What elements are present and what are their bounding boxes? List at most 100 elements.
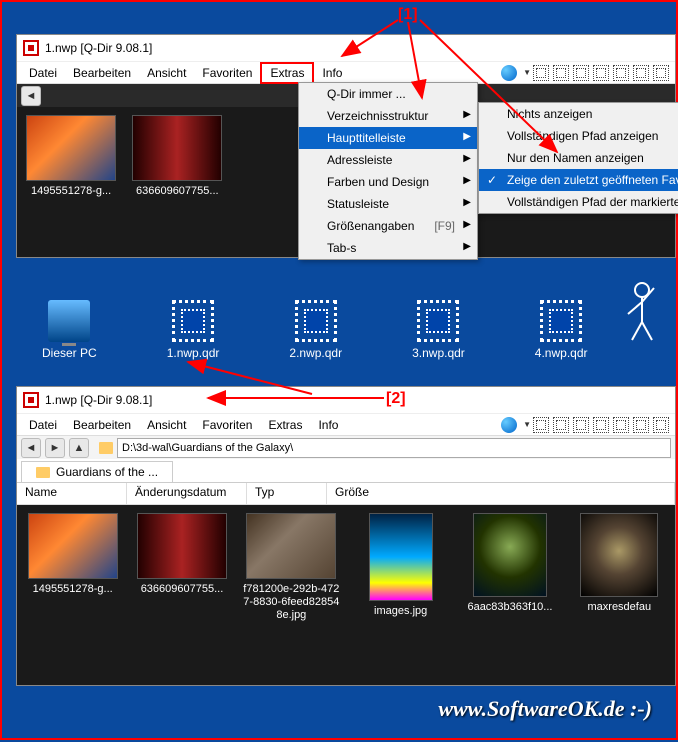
layout-icon[interactable]	[593, 65, 609, 81]
file-item[interactable]: images.jpg	[351, 513, 450, 677]
sub-nichts[interactable]: Nichts anzeigen	[479, 103, 678, 125]
address-bar[interactable]: D:\3d-wal\Guardians of the Galaxy\	[117, 438, 671, 458]
menu-favoriten[interactable]: Favoriten	[194, 64, 260, 82]
qdr-icon	[295, 300, 337, 342]
dd-label: Farben und Design	[327, 175, 429, 189]
dieser-pc-icon[interactable]: Dieser PC	[42, 300, 97, 360]
window-title: 1.nwp [Q-Dir 9.08.1]	[45, 393, 152, 407]
file-name: 636609607755...	[129, 185, 225, 198]
layout-icon[interactable]	[653, 417, 669, 433]
app-icon	[23, 40, 39, 56]
file-name: 1495551278-g...	[23, 583, 122, 596]
dd-groessen[interactable]: Größenangaben[F9]▶	[299, 215, 477, 237]
nav-up[interactable]: ▲	[69, 438, 89, 458]
desktop-icons: Dieser PC 1.nwp.qdr 2.nwp.qdr 3.nwp.qdr …	[42, 300, 666, 360]
titelleiste-submenu: Nichts anzeigen Vollständigen Pfad anzei…	[478, 102, 678, 214]
tab-guardians[interactable]: Guardians of the ...	[21, 461, 173, 482]
menu-extras[interactable]: Extras	[260, 416, 310, 434]
file-item[interactable]: maxresdefau	[570, 513, 669, 677]
nav-back[interactable]: ◄	[21, 86, 41, 106]
layout-icon[interactable]	[533, 65, 549, 81]
qdr-icon	[172, 300, 214, 342]
dd-haupttitelleiste[interactable]: Haupttitelleiste▶	[299, 127, 477, 149]
dd-tabs[interactable]: Tab-s▶	[299, 237, 477, 259]
menu-favoriten[interactable]: Favoriten	[194, 416, 260, 434]
file-name: images.jpg	[351, 605, 450, 618]
dd-label: Größenangaben	[327, 219, 414, 233]
app-icon	[23, 392, 39, 408]
column-headers: Name Änderungsdatum Typ Größe	[17, 483, 675, 505]
extras-dropdown: Q-Dir immer ... Verzeichnisstruktur▶ Hau…	[298, 82, 478, 260]
layout-icon[interactable]	[553, 65, 569, 81]
layout-icon[interactable]	[633, 417, 649, 433]
dd-qdir-immer[interactable]: Q-Dir immer ...	[299, 83, 477, 105]
sub-pfad-markiert[interactable]: Vollständigen Pfad der markierten Datei	[479, 191, 678, 213]
col-date[interactable]: Änderungsdatum	[127, 483, 247, 504]
titlebar-2[interactable]: 1.nwp [Q-Dir 9.08.1]	[17, 387, 675, 413]
menu-bearbeiten[interactable]: Bearbeiten	[65, 64, 139, 82]
window-title: 1.nwp [Q-Dir 9.08.1]	[45, 41, 152, 55]
sub-nurname[interactable]: Nur den Namen anzeigen	[479, 147, 678, 169]
file-name: 6aac83b363f10...	[460, 601, 559, 614]
titlebar-1[interactable]: 1.nwp [Q-Dir 9.08.1]	[17, 35, 675, 61]
dd-label: Adressleiste	[327, 153, 392, 167]
dropdown-icon[interactable]: ▼	[523, 420, 531, 429]
file-item[interactable]: 636609607755...	[129, 115, 225, 249]
file-name: maxresdefau	[570, 601, 669, 614]
submenu-arrow-icon: ▶	[463, 131, 471, 142]
col-type[interactable]: Typ	[247, 483, 327, 504]
nav-fwd[interactable]: ►	[45, 438, 65, 458]
tab-row: Guardians of the ...	[17, 459, 675, 483]
qdr-file-2[interactable]: 2.nwp.qdr	[289, 300, 342, 360]
col-name[interactable]: Name	[17, 483, 127, 504]
layout-icon[interactable]	[613, 417, 629, 433]
sub-vollpfad[interactable]: Vollständigen Pfad anzeigen	[479, 125, 678, 147]
menu-datei[interactable]: Datei	[21, 64, 65, 82]
dd-farben[interactable]: Farben und Design▶	[299, 171, 477, 193]
file-item[interactable]: 636609607755...	[132, 513, 231, 677]
menu-info[interactable]: Info	[310, 416, 346, 434]
col-size[interactable]: Größe	[327, 483, 675, 504]
layout-icon[interactable]	[653, 65, 669, 81]
file-item[interactable]: 1495551278-g...	[23, 115, 119, 249]
layout-icon[interactable]	[573, 65, 589, 81]
menu-bearbeiten[interactable]: Bearbeiten	[65, 416, 139, 434]
thumbnail-icon	[369, 513, 433, 601]
menu-datei[interactable]: Datei	[21, 416, 65, 434]
layout-icon[interactable]	[593, 417, 609, 433]
sub-zuletzt-favorit[interactable]: ✓Zeige den zuletzt geöffneten Favoriten	[479, 169, 678, 191]
thumbnail-icon	[26, 115, 116, 181]
globe-icon[interactable]	[501, 417, 517, 433]
menu-extras[interactable]: Extras	[260, 62, 314, 84]
dropdown-icon[interactable]: ▼	[523, 68, 531, 77]
layout-icon[interactable]	[533, 417, 549, 433]
globe-icon[interactable]	[501, 65, 517, 81]
folder-icon	[36, 467, 50, 478]
annotation-1: [1]	[398, 6, 418, 24]
file-item[interactable]: 6aac83b363f10...	[460, 513, 559, 677]
qdr-file-3[interactable]: 3.nwp.qdr	[412, 300, 465, 360]
qdr-file-4[interactable]: 4.nwp.qdr	[535, 300, 588, 360]
qdr-file-1[interactable]: 1.nwp.qdr	[167, 300, 220, 360]
menu-info[interactable]: Info	[314, 64, 350, 82]
menu-ansicht[interactable]: Ansicht	[139, 64, 194, 82]
dd-label: Zeige den zuletzt geöffneten Favoriten	[507, 173, 678, 187]
folder-icon	[99, 442, 113, 454]
file-item[interactable]: f781200e-292b-4727-8830-6feed828548e.jpg	[242, 513, 341, 677]
file-name: 636609607755...	[132, 583, 231, 596]
layout-icon[interactable]	[633, 65, 649, 81]
layout-icon[interactable]	[573, 417, 589, 433]
dd-adressleiste[interactable]: Adressleiste▶	[299, 149, 477, 171]
thumbnail-icon	[580, 513, 658, 597]
file-item[interactable]: 1495551278-g...	[23, 513, 122, 677]
menu-ansicht[interactable]: Ansicht	[139, 416, 194, 434]
nav-back[interactable]: ◄	[21, 438, 41, 458]
dd-statusleiste[interactable]: Statusleiste▶	[299, 193, 477, 215]
mascot-icon	[620, 280, 664, 344]
layout-icon[interactable]	[553, 417, 569, 433]
dd-verzeichnis[interactable]: Verzeichnisstruktur▶	[299, 105, 477, 127]
file-pane-2[interactable]: 1495551278-g... 636609607755... f781200e…	[17, 505, 675, 685]
icon-label: Dieser PC	[42, 346, 97, 360]
layout-icon[interactable]	[613, 65, 629, 81]
icon-label: 1.nwp.qdr	[167, 346, 220, 360]
